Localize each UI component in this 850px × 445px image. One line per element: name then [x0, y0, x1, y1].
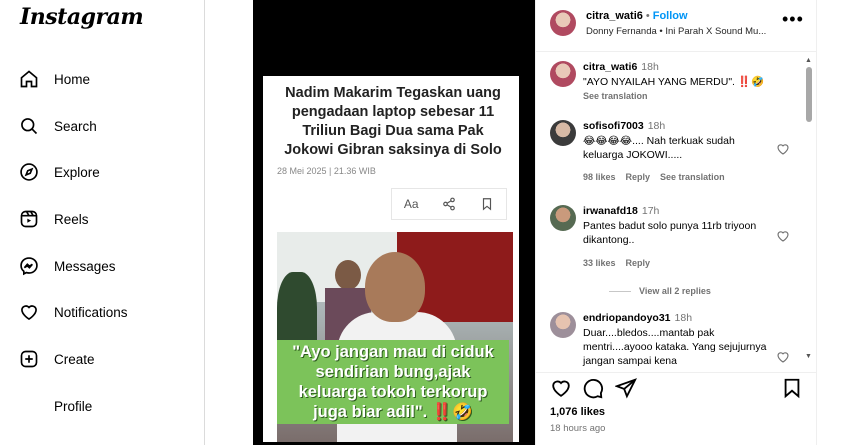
search-icon [18, 115, 40, 137]
separator-dot: • [645, 10, 650, 22]
post-media-area: Nadim Makarim Tegaskan uang pengadaan la… [205, 0, 535, 445]
comment-username[interactable]: citra_wati6 18h [583, 61, 659, 73]
see-translation-link[interactable]: See translation [660, 172, 725, 182]
messenger-icon [18, 255, 40, 277]
scroll-up-arrow-icon[interactable]: ▲ [805, 57, 812, 64]
comment-bubble-icon[interactable] [582, 377, 604, 399]
sidebar-item-create[interactable]: Create [18, 344, 95, 374]
comment-like-heart-icon[interactable] [776, 229, 790, 243]
comment-meta: 33 likes Reply [583, 258, 660, 268]
sidebar-item-label: Profile [54, 398, 93, 414]
sidebar-item-explore[interactable]: Explore [18, 157, 100, 187]
sidebar-item-reels[interactable]: Reels [18, 204, 89, 234]
reels-icon [18, 208, 40, 230]
sidebar-item-home[interactable]: Home [18, 64, 90, 94]
sidebar-item-notifications[interactable]: Notifications [18, 297, 128, 327]
comment-like-heart-icon[interactable] [776, 350, 790, 364]
avatar[interactable] [550, 10, 576, 36]
likes-count[interactable]: 1,076 likes [550, 406, 605, 418]
comment-username[interactable]: irwanafd18 17h [583, 205, 659, 217]
save-bookmark-icon[interactable] [781, 377, 803, 399]
avatar[interactable] [550, 61, 576, 87]
sidebar-item-profile[interactable]: Profile [18, 391, 92, 421]
likes-count[interactable]: 33 likes [583, 258, 616, 268]
avatar[interactable] [550, 205, 576, 231]
post-timestamp: 18 hours ago [550, 423, 606, 434]
right-margin [816, 0, 850, 445]
compass-icon [18, 161, 40, 183]
share-paper-plane-icon[interactable] [614, 377, 637, 399]
comments-scrollbar[interactable]: ▲ ▼ [804, 57, 814, 363]
comment-username[interactable]: sofisofi7003 18h [583, 120, 665, 132]
avatar [18, 395, 40, 417]
post-details-panel: citra_wati6 • Follow Donny Fernanda • Ini … [535, 0, 817, 445]
instagram-post-page: Instagram Home Search Explore Reels Mess… [0, 0, 850, 445]
reply-link[interactable]: Reply [626, 258, 651, 268]
reply-link[interactable]: Reply [626, 172, 651, 182]
avatar[interactable] [550, 120, 576, 146]
sidebar-item-label: Notifications [54, 304, 128, 320]
audio-attribution[interactable]: Donny Fernanda • Ini Parah X Sound Mu... [586, 26, 786, 37]
more-options-icon[interactable]: ••• [782, 10, 804, 28]
sidebar-item-label: Reels [54, 211, 89, 227]
sidebar-nav: Instagram Home Search Explore Reels Mess… [0, 0, 205, 445]
see-translation-link[interactable]: See translation [583, 91, 648, 101]
bookmark-icon [480, 197, 494, 211]
scroll-down-arrow-icon[interactable]: ▼ [805, 353, 812, 360]
share-icon [442, 197, 456, 211]
comment-meta: 98 likes Reply See translation [583, 172, 735, 182]
overlay-caption: "Ayo jangan mau di ciduk sendirian bung,… [277, 340, 509, 424]
post-header: citra_wati6 • Follow Donny Fernanda • Ini … [536, 0, 817, 52]
scrollbar-thumb[interactable] [806, 67, 812, 122]
article-headline: Nadim Makarim Tegaskan uang pengadaan la… [284, 85, 502, 158]
heart-icon [18, 301, 40, 323]
comments-list: citra_wati6 18h "AYO NYAILAH YANG MERDU".… [536, 53, 817, 370]
article-date: 28 Mei 2025 | 21.36 WIB [277, 166, 376, 176]
comment-meta: See translation [583, 91, 658, 101]
comment-text: 😂😂😂😂.... Nah terkuak sudah keluarga JOKO… [583, 135, 735, 161]
comment-like-heart-icon[interactable] [776, 142, 790, 156]
sidebar-item-label: Search [54, 118, 97, 134]
comment-text: Pantes badut solo punya 11rb triyoon dik… [583, 220, 757, 246]
view-replies-button[interactable]: View all 2 replies [609, 286, 711, 296]
plus-square-icon [18, 348, 40, 370]
follow-button[interactable]: Follow [653, 10, 688, 22]
post-image[interactable]: Nadim Makarim Tegaskan uang pengadaan la… [253, 0, 535, 445]
text-size-icon: Aa [403, 197, 419, 211]
like-heart-icon[interactable] [550, 377, 572, 399]
sidebar-item-search[interactable]: Search [18, 111, 97, 141]
comment-username[interactable]: endriopandoyo31 18h [583, 312, 692, 324]
sidebar-item-label: Explore [54, 164, 100, 180]
sidebar-item-messages[interactable]: Messages [18, 251, 116, 281]
instagram-logo[interactable]: Instagram [20, 4, 144, 30]
home-icon [18, 68, 40, 90]
likes-count[interactable]: 98 likes [583, 172, 616, 182]
post-actions: 1,076 likes 18 hours ago [536, 372, 817, 445]
author-username[interactable]: citra_wati6 [586, 10, 643, 22]
sidebar-item-label: Create [54, 351, 95, 367]
article-toolbar: Aa [391, 188, 507, 220]
avatar[interactable] [550, 312, 576, 338]
comment-text: Duar....bledos....mantab pak mentri....a… [583, 327, 767, 367]
post-author: citra_wati6 • Follow [586, 10, 688, 22]
sidebar-item-label: Home [54, 71, 91, 87]
sidebar-item-label: Messages [54, 258, 116, 274]
comment-text: "AYO NYAILAH YANG MERDU". ‼️🤣 [583, 76, 765, 88]
